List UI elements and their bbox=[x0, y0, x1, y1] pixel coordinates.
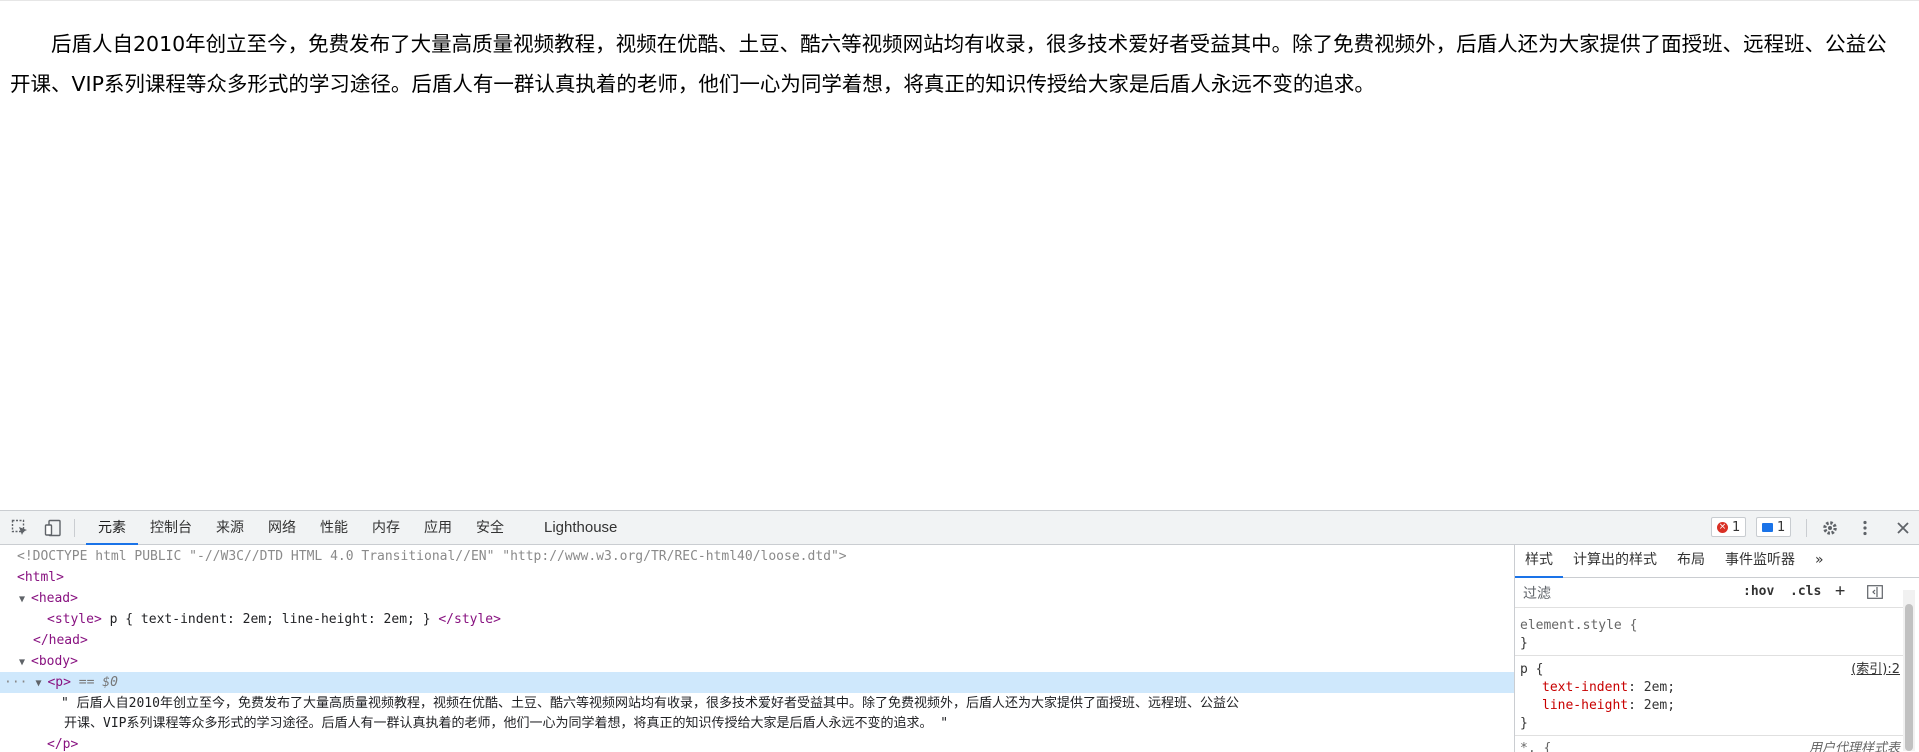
subtab-event-listeners[interactable]: 事件监听器 bbox=[1715, 545, 1805, 578]
tab-lighthouse[interactable]: Lighthouse bbox=[532, 511, 629, 545]
rule-divider bbox=[1515, 655, 1905, 656]
devtools-tabs: 元素 控制台 来源 网络 性能 内存 应用 安全 Lighthouse bbox=[86, 511, 629, 545]
error-icon: × bbox=[1717, 521, 1728, 533]
message-count: 1 bbox=[1777, 519, 1786, 535]
ua-source-label: 用户代理样式表 bbox=[1808, 741, 1900, 752]
toolbar-separator bbox=[74, 519, 75, 537]
more-options-icon[interactable] bbox=[1855, 518, 1875, 538]
device-toolbar-icon[interactable] bbox=[43, 518, 63, 538]
ellipsis-icon[interactable]: ··· bbox=[4, 675, 27, 690]
html-node[interactable]: <html> bbox=[0, 567, 1514, 588]
error-count: 1 bbox=[1732, 519, 1741, 535]
p-text-line-2: 开课、VIP系列课程等众多形式的学习途径。后盾人有一群认真执着的老师，他们一心为… bbox=[64, 716, 949, 731]
ua-selector: *, { bbox=[1520, 741, 1552, 752]
styles-filter-input[interactable] bbox=[1521, 583, 1735, 605]
devtools-panel: 元素 控制台 来源 网络 性能 内存 应用 安全 Lighthouse × 1 … bbox=[0, 510, 1919, 752]
toggle-sidebar-icon[interactable] bbox=[1867, 585, 1883, 603]
style-body-text: p { text-indent: 2em; line-height: 2em; … bbox=[101, 612, 439, 627]
elements-tree: <!DOCTYPE html PUBLIC "-//W3C//DTD HTML … bbox=[0, 545, 1515, 752]
close-icon[interactable] bbox=[1893, 518, 1913, 538]
styles-subtabs: 样式 计算出的样式 布局 事件监听器 » bbox=[1515, 545, 1919, 578]
more-tabs-chevron-icon[interactable]: » bbox=[1805, 545, 1834, 578]
head-close-tag: </head> bbox=[33, 633, 88, 648]
text-indent-value[interactable]: 2em; bbox=[1644, 680, 1675, 695]
tab-sources[interactable]: 来源 bbox=[204, 511, 256, 545]
cls-toggle-button[interactable]: .cls bbox=[1790, 584, 1821, 599]
settings-gear-icon[interactable] bbox=[1820, 518, 1840, 538]
closing-brace: } bbox=[1520, 716, 1528, 731]
p-text-node-cont[interactable]: 开课、VIP系列课程等众多形式的学习途径。后盾人有一群认真执着的老师，他们一心为… bbox=[0, 713, 1514, 734]
head-close-node[interactable]: </head> bbox=[0, 630, 1514, 651]
inspect-element-icon[interactable] bbox=[10, 518, 30, 538]
message-icon bbox=[1762, 522, 1773, 532]
style-open-tag: <style> bbox=[47, 612, 102, 627]
element-style-rule[interactable]: element.style { } bbox=[1520, 617, 1900, 653]
devtools-toolbar: 元素 控制台 来源 网络 性能 内存 应用 安全 Lighthouse × 1 … bbox=[0, 511, 1919, 545]
p-text-line-1: " 后盾人自2010年创立至今，免费发布了大量高质量视频教程，视频在优酷、土豆、… bbox=[61, 696, 1239, 711]
line-height-value[interactable]: 2em; bbox=[1644, 698, 1675, 713]
user-agent-rule[interactable]: *, { 用户代理样式表 bbox=[1520, 740, 1900, 752]
page-paragraph: 后盾人自2010年创立至今，免费发布了大量高质量视频教程，视频在优酷、土豆、酷六… bbox=[10, 32, 1887, 96]
styles-filter-row: :hov .cls + bbox=[1515, 578, 1905, 608]
style-node[interactable]: <style> p { text-indent: 2em; line-heigh… bbox=[0, 609, 1514, 630]
scrollbar-thumb[interactable] bbox=[1905, 604, 1913, 751]
doctype-text: <!DOCTYPE html PUBLIC "-//W3C//DTD HTML … bbox=[17, 549, 847, 564]
new-rule-plus-icon[interactable]: + bbox=[1835, 581, 1845, 601]
expand-triangle-icon[interactable]: ▼ bbox=[19, 652, 31, 673]
tab-network[interactable]: 网络 bbox=[256, 511, 308, 545]
rule-divider bbox=[1515, 735, 1905, 736]
body-open-tag: <body> bbox=[31, 654, 78, 669]
p-open-tag: <p> bbox=[47, 675, 71, 690]
p-text-node[interactable]: " 后盾人自2010年创立至今，免费发布了大量高质量视频教程，视频在优酷、土豆、… bbox=[0, 693, 1514, 714]
closing-brace: } bbox=[1520, 636, 1528, 651]
subtab-styles[interactable]: 样式 bbox=[1515, 545, 1563, 578]
line-height-property[interactable]: line-height bbox=[1542, 698, 1628, 713]
subtab-computed[interactable]: 计算出的样式 bbox=[1563, 545, 1667, 578]
expand-triangle-icon[interactable]: ▼ bbox=[35, 673, 47, 694]
styles-scrollbar[interactable] bbox=[1903, 590, 1915, 751]
tab-elements[interactable]: 元素 bbox=[86, 511, 138, 545]
text-indent-property[interactable]: text-indent bbox=[1542, 680, 1628, 695]
p-rule-source-link[interactable]: (索引):2 bbox=[1851, 661, 1900, 679]
tab-application[interactable]: 应用 bbox=[412, 511, 464, 545]
html-open-tag: <html> bbox=[17, 570, 64, 585]
expand-triangle-icon[interactable]: ▼ bbox=[19, 589, 31, 610]
tab-memory[interactable]: 内存 bbox=[360, 511, 412, 545]
hov-toggle-button[interactable]: :hov bbox=[1743, 584, 1774, 599]
element-style-selector: element.style { bbox=[1520, 618, 1638, 633]
p-selector: p { bbox=[1520, 662, 1544, 677]
error-count-badge[interactable]: × 1 bbox=[1711, 517, 1747, 537]
message-count-badge[interactable]: 1 bbox=[1756, 517, 1792, 537]
style-close-tag: </style> bbox=[438, 612, 501, 627]
selected-marker: == $0 bbox=[78, 675, 118, 690]
tab-security[interactable]: 安全 bbox=[464, 511, 516, 545]
p-style-rule[interactable]: p { (索引):2 text-indent: 2em; line-height… bbox=[1520, 661, 1900, 733]
tab-performance[interactable]: 性能 bbox=[308, 511, 360, 545]
head-node[interactable]: ▼ <head> bbox=[0, 588, 1514, 609]
p-node-selected[interactable]: ··· ▼ <p> == $0 bbox=[0, 672, 1514, 693]
styles-pane: 样式 计算出的样式 布局 事件监听器 » :hov .cls + element… bbox=[1515, 545, 1919, 752]
toolbar-separator bbox=[1806, 519, 1807, 537]
page-viewport: 后盾人自2010年创立至今，免费发布了大量高质量视频教程，视频在优酷、土豆、酷六… bbox=[0, 0, 1919, 510]
tab-console[interactable]: 控制台 bbox=[138, 511, 204, 545]
subtab-layout[interactable]: 布局 bbox=[1667, 545, 1715, 578]
p-close-tag: </p> bbox=[47, 737, 79, 752]
body-node[interactable]: ▼ <body> bbox=[0, 651, 1514, 672]
doctype-node[interactable]: <!DOCTYPE html PUBLIC "-//W3C//DTD HTML … bbox=[0, 546, 1514, 567]
head-open-tag: <head> bbox=[31, 591, 78, 606]
p-close-node[interactable]: </p> bbox=[0, 734, 1514, 752]
